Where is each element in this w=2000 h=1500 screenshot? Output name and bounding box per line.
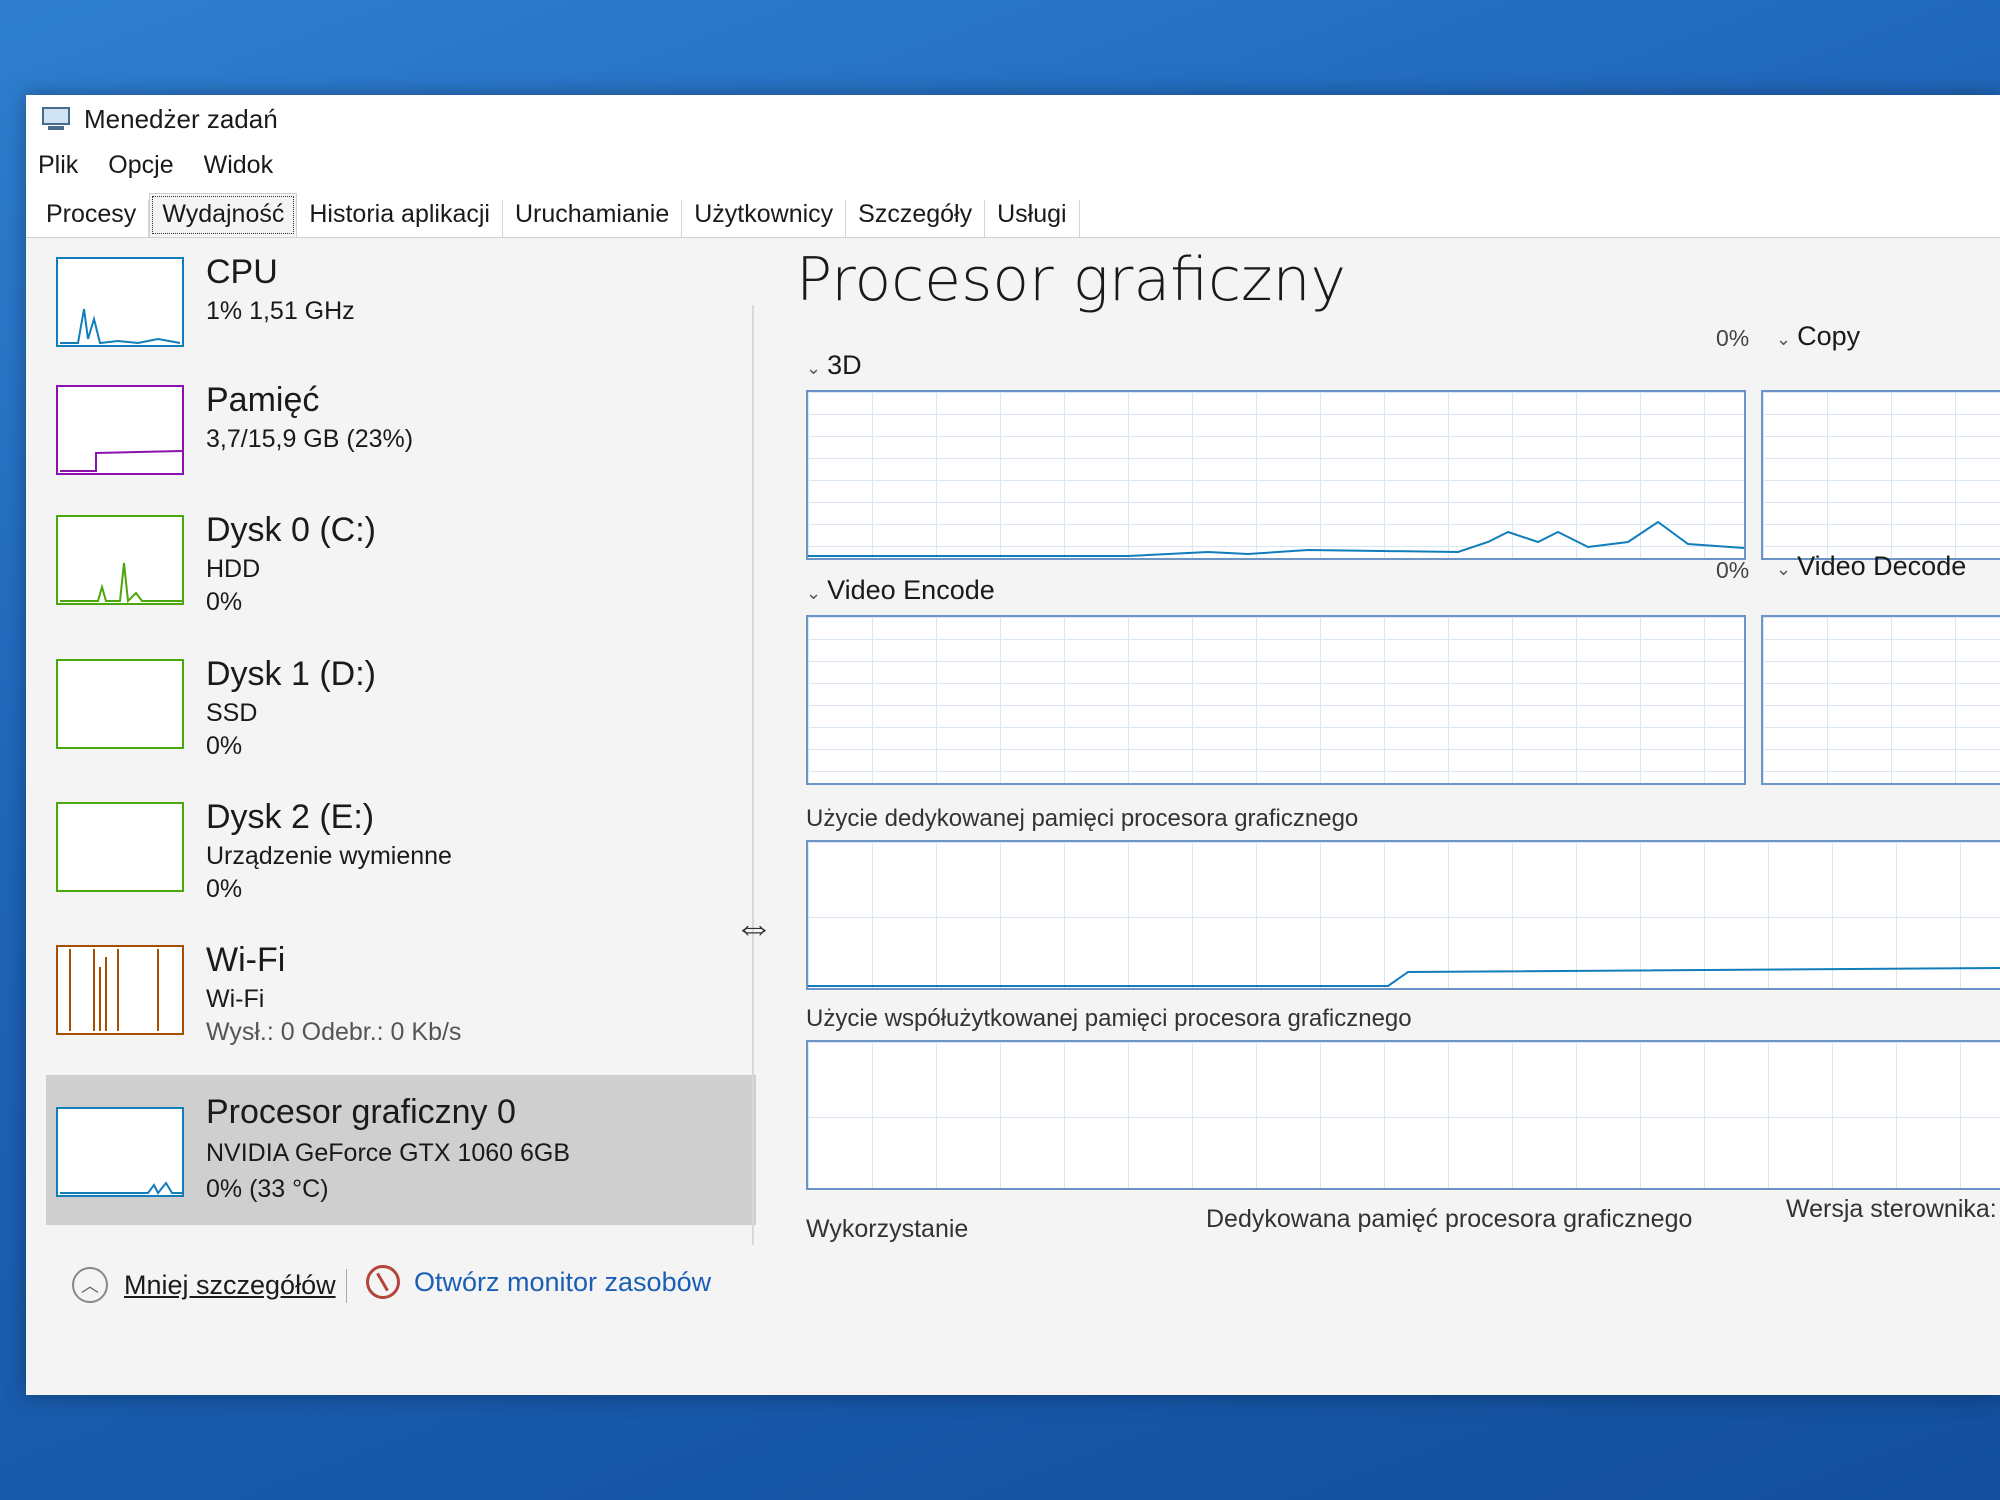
- engine-label: Video Encode: [827, 575, 995, 605]
- tab-services[interactable]: Usługi: [985, 200, 1080, 237]
- footer-divider: [346, 1269, 347, 1303]
- sidebar-item-label: Dysk 0 (C:): [206, 511, 376, 549]
- less-details-button[interactable]: ︿ Mniej szczegółów: [72, 1267, 336, 1303]
- sidebar-item-detail: 1% 1,51 GHz: [206, 297, 355, 325]
- gpu-graph-icon: [56, 1107, 184, 1197]
- graph-shared-memory: [806, 1040, 2000, 1190]
- sidebar-item-label: CPU: [206, 253, 278, 291]
- chevron-down-icon: ⌄: [806, 583, 822, 603]
- sidebar-item-usage: Wysł.: 0 Odebr.: 0 Kb/s: [206, 1018, 462, 1046]
- resource-monitor-icon: [366, 1265, 400, 1299]
- sidebar-item-detail: HDD: [206, 555, 261, 583]
- sidebar-item-usage: 0% (33 °C): [206, 1175, 329, 1203]
- open-resource-monitor-label: Otwórz monitor zasobów: [414, 1266, 712, 1297]
- driver-version-label: Wersja sterownika:: [1786, 1195, 1997, 1223]
- window-title: Menedżer zadań: [84, 103, 278, 134]
- tab-startup[interactable]: Uruchamianie: [503, 200, 683, 237]
- graph-video-encode: [806, 615, 1746, 785]
- menu-view[interactable]: Widok: [204, 151, 273, 180]
- disk-graph-icon: [56, 802, 184, 892]
- engine-copy-percent: 0%: [1716, 325, 1750, 351]
- sidebar-item-detail: 3,7/15,9 GB (23%): [206, 425, 414, 453]
- chevron-up-icon: ︿: [72, 1267, 108, 1303]
- sidebar-item-label: Dysk 1 (D:): [206, 655, 376, 693]
- engine-video-decode-percent: 0%: [1716, 557, 1750, 583]
- sidebar-item-usage: 0%: [206, 588, 243, 616]
- sidebar-item-label: Pamięć: [206, 381, 320, 419]
- tab-details[interactable]: Szczegóły: [846, 200, 986, 237]
- sidebar-item-usage: 0%: [206, 875, 243, 903]
- task-manager-icon: [42, 107, 72, 131]
- page-title: Procesor graficzny: [796, 245, 1347, 315]
- resource-list: CPU 1% 1,51 GHz Pamięć 3,7/15,9 GB (23%)…: [46, 245, 756, 1245]
- utilization-label: Wykorzystanie: [806, 1215, 969, 1243]
- sidebar-item-detail: Wi-Fi: [206, 985, 265, 1013]
- dedicated-memory-stat-label: Dedykowana pamięć procesora graficznego: [1206, 1205, 1693, 1233]
- cpu-graph-icon: [56, 257, 184, 347]
- engine-video-encode-selector[interactable]: ⌄ Video Encode: [806, 575, 995, 606]
- disk-graph-icon: [56, 659, 184, 749]
- pane-splitter[interactable]: [752, 305, 754, 1255]
- memory-graph-icon: [56, 385, 184, 475]
- menu-file[interactable]: Plik: [38, 151, 78, 180]
- sidebar-item-label: Procesor graficzny 0: [206, 1093, 516, 1131]
- engine-label: Video Decode: [1797, 551, 1967, 581]
- graph-dedicated-memory: [806, 840, 2000, 990]
- less-details-label: Mniej szczegółów: [124, 1269, 336, 1300]
- menu-bar: Plik Opcje Widok: [26, 143, 2000, 187]
- gpu-detail-pane: Procesor graficzny ⌄ 3D 0% ⌄ Copy ⌄ Video E…: [766, 245, 2000, 1245]
- tab-app-history[interactable]: Historia aplikacji: [297, 200, 503, 237]
- sidebar-item-memory[interactable]: Pamięć 3,7/15,9 GB (23%): [46, 373, 756, 508]
- chevron-down-icon: ⌄: [806, 358, 822, 378]
- sidebar-item-detail: SSD: [206, 699, 258, 727]
- tab-processes[interactable]: Procesy: [34, 200, 150, 237]
- engine-3d-selector[interactable]: ⌄ 3D: [806, 350, 862, 381]
- network-graph-icon: [56, 945, 184, 1035]
- engine-video-decode-selector[interactable]: ⌄ Video Decode: [1776, 551, 1966, 582]
- sidebar-item-label: Wi-Fi: [206, 941, 286, 979]
- graph-copy: [1761, 390, 2000, 560]
- sidebar-item-detail: Urządzenie wymienne: [206, 842, 452, 870]
- tab-bar: Procesy Wydajność Historia aplikacji Uru…: [26, 187, 2000, 238]
- sidebar-item-label: Dysk 2 (E:): [206, 798, 375, 836]
- sidebar-item-detail: NVIDIA GeForce GTX 1060 6GB: [206, 1139, 571, 1167]
- open-resource-monitor-link[interactable]: Otwórz monitor zasobów: [366, 1265, 711, 1299]
- sidebar-item-wifi[interactable]: Wi-Fi Wi-Fi Wysł.: 0 Odebr.: 0 Kb/s: [46, 933, 756, 1068]
- footer: ︿ Mniej szczegółów Otwórz monitor zasobó…: [26, 1245, 2000, 1325]
- graph-video-decode: [1761, 615, 2000, 785]
- title-bar: Menedżer zadań: [26, 95, 2000, 143]
- tab-users[interactable]: Użytkownicy: [682, 200, 847, 237]
- sidebar-item-disk-0[interactable]: Dysk 0 (C:) HDD 0%: [46, 503, 756, 638]
- chevron-down-icon: ⌄: [1776, 329, 1792, 349]
- sidebar-item-gpu-0[interactable]: Procesor graficzny 0 NVIDIA GeForce GTX …: [46, 1075, 756, 1225]
- engine-label: Copy: [1797, 321, 1861, 351]
- tab-performance[interactable]: Wydajność: [149, 193, 298, 237]
- menu-options[interactable]: Opcje: [108, 151, 173, 180]
- task-manager-window: Menedżer zadań Plik Opcje Widok Procesy …: [26, 95, 2000, 1395]
- engine-label: 3D: [827, 350, 862, 380]
- disk-graph-icon: [56, 515, 184, 605]
- sidebar-item-cpu[interactable]: CPU 1% 1,51 GHz: [46, 245, 756, 380]
- dedicated-memory-label: Użycie dedykowanej pamięci procesora gra…: [806, 805, 1359, 832]
- sidebar-item-disk-2[interactable]: Dysk 2 (E:) Urządzenie wymienne 0%: [46, 790, 756, 925]
- sidebar-item-usage: 0%: [206, 732, 243, 760]
- graph-3d: [806, 390, 1746, 560]
- sidebar-item-disk-1[interactable]: Dysk 1 (D:) SSD 0%: [46, 647, 756, 782]
- shared-memory-label: Użycie współużytkowanej pamięci procesor…: [806, 1005, 1412, 1032]
- engine-copy-selector[interactable]: ⌄ Copy: [1776, 321, 1860, 352]
- chevron-down-icon: ⌄: [1776, 559, 1792, 579]
